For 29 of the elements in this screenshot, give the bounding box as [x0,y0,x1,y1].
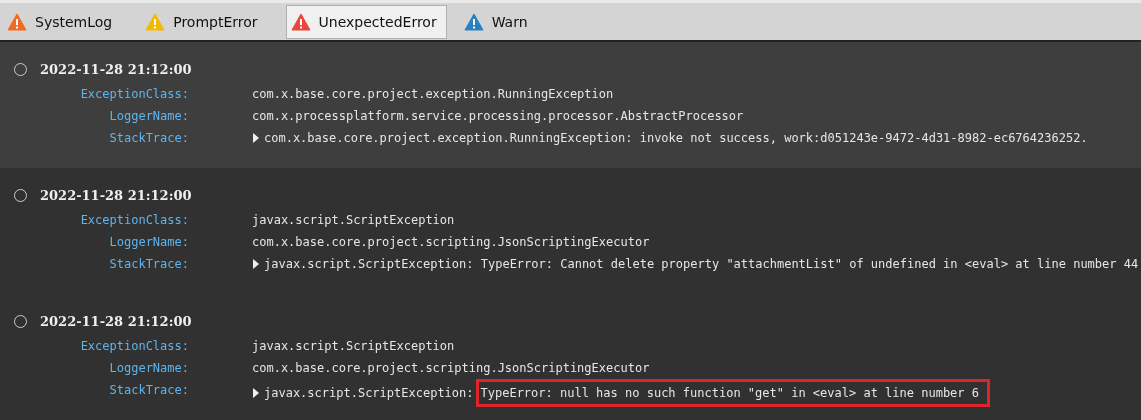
field-label: LoggerName: [109,108,189,125]
field-value: com.x.base.core.project.exception.RunningException [252,86,615,103]
tab[interactable]: SystemLog [2,4,123,39]
tab[interactable]: UnexpectedError [285,4,447,39]
timestamp: 2022-11-28 21:12:00 [40,62,192,77]
field-label: LoggerName: [109,234,189,251]
field-label: ExceptionClass: [80,86,189,103]
field-label: StackTrace: [109,382,189,399]
field-value: javax.script.ScriptException [252,212,456,229]
timestamp: 2022-11-28 21:12:00 [40,188,192,203]
field-label: ExceptionClass: [80,212,189,229]
field-label: LoggerName: [109,360,189,377]
timestamp: 2022-11-28 21:12:00 [40,314,192,329]
tab[interactable]: Warn [458,4,538,39]
field-label: StackTrace: [109,130,189,147]
field-value: javax.script.ScriptException: [264,385,474,402]
tab[interactable]: PromptError [140,4,268,39]
field-value: com.x.processplatform.service.processing.processor.AbstractProcessor [252,108,745,125]
field-value: com.x.base.core.project.scripting.JsonScriptingExecutor [252,234,651,251]
field-value: com.x.base.core.project.scripting.JsonScriptingExecutor [252,360,651,377]
field-value: javax.script.ScriptException: TypeError: Cannot delete property "attachmentList" of undefined in <eval> at line number 44 [264,256,1139,273]
field-value: com.x.base.core.project.exception.RunningException: invoke not success, work:d051243e-9472-4d31-8982-ec6764236252. [264,130,1088,147]
caret-right-icon[interactable] [252,133,260,143]
field-label: ExceptionClass: [80,338,189,355]
caret-right-icon[interactable] [252,388,260,398]
caret-right-icon[interactable] [252,259,260,269]
field-value: TypeError: null has no such function "get" in <eval> at line number 6 [475,379,990,407]
field-label: StackTrace: [109,256,189,273]
field-value: javax.script.ScriptException [252,338,456,355]
